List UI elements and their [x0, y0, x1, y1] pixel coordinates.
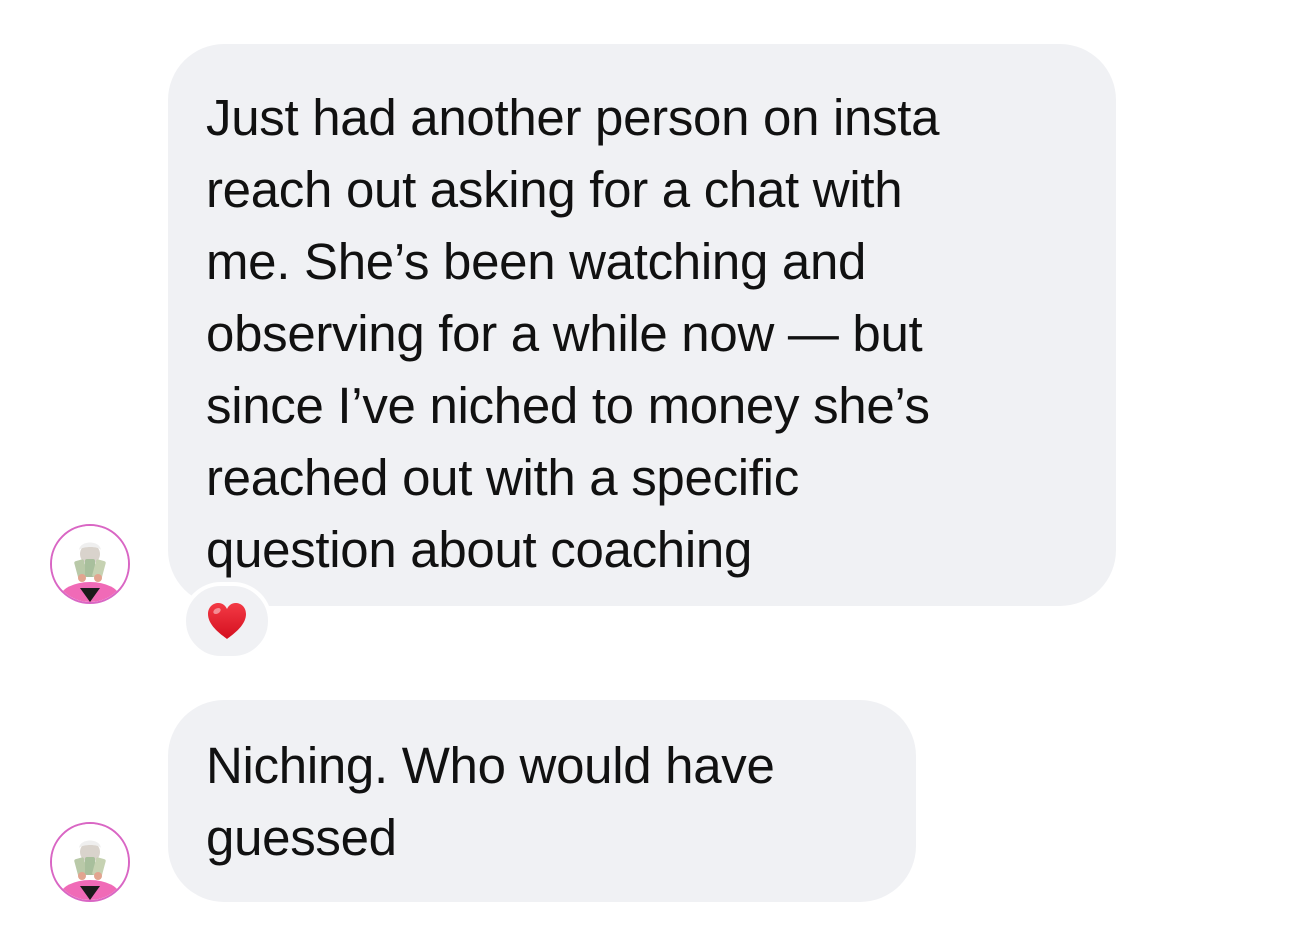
- message-bubble[interactable]: Just had another person on insta reach o…: [168, 44, 1116, 606]
- message-text-line: guessed: [206, 809, 397, 866]
- message-text-line: reached out with a specific: [206, 449, 799, 506]
- message-text-line: me. She’s been watching and: [206, 233, 867, 290]
- message-text-line: reach out asking for a chat with: [206, 161, 903, 218]
- message-reaction[interactable]: [182, 582, 272, 660]
- person-photo-icon: [52, 824, 128, 900]
- avatar[interactable]: [50, 822, 130, 902]
- message-text-line: Just had another person on insta: [206, 89, 940, 146]
- message-text-line: question about coaching: [206, 521, 753, 578]
- heart-icon: [208, 603, 246, 639]
- message-bubble[interactable]: Niching. Who would have guessed: [168, 700, 916, 902]
- avatar[interactable]: [50, 524, 130, 604]
- message-text-line: since I’ve niched to money she’s: [206, 377, 930, 434]
- person-photo-icon: [52, 526, 128, 602]
- message-text-line: observing for a while now — but: [206, 305, 923, 362]
- message-text-line: Niching. Who would have: [206, 737, 775, 794]
